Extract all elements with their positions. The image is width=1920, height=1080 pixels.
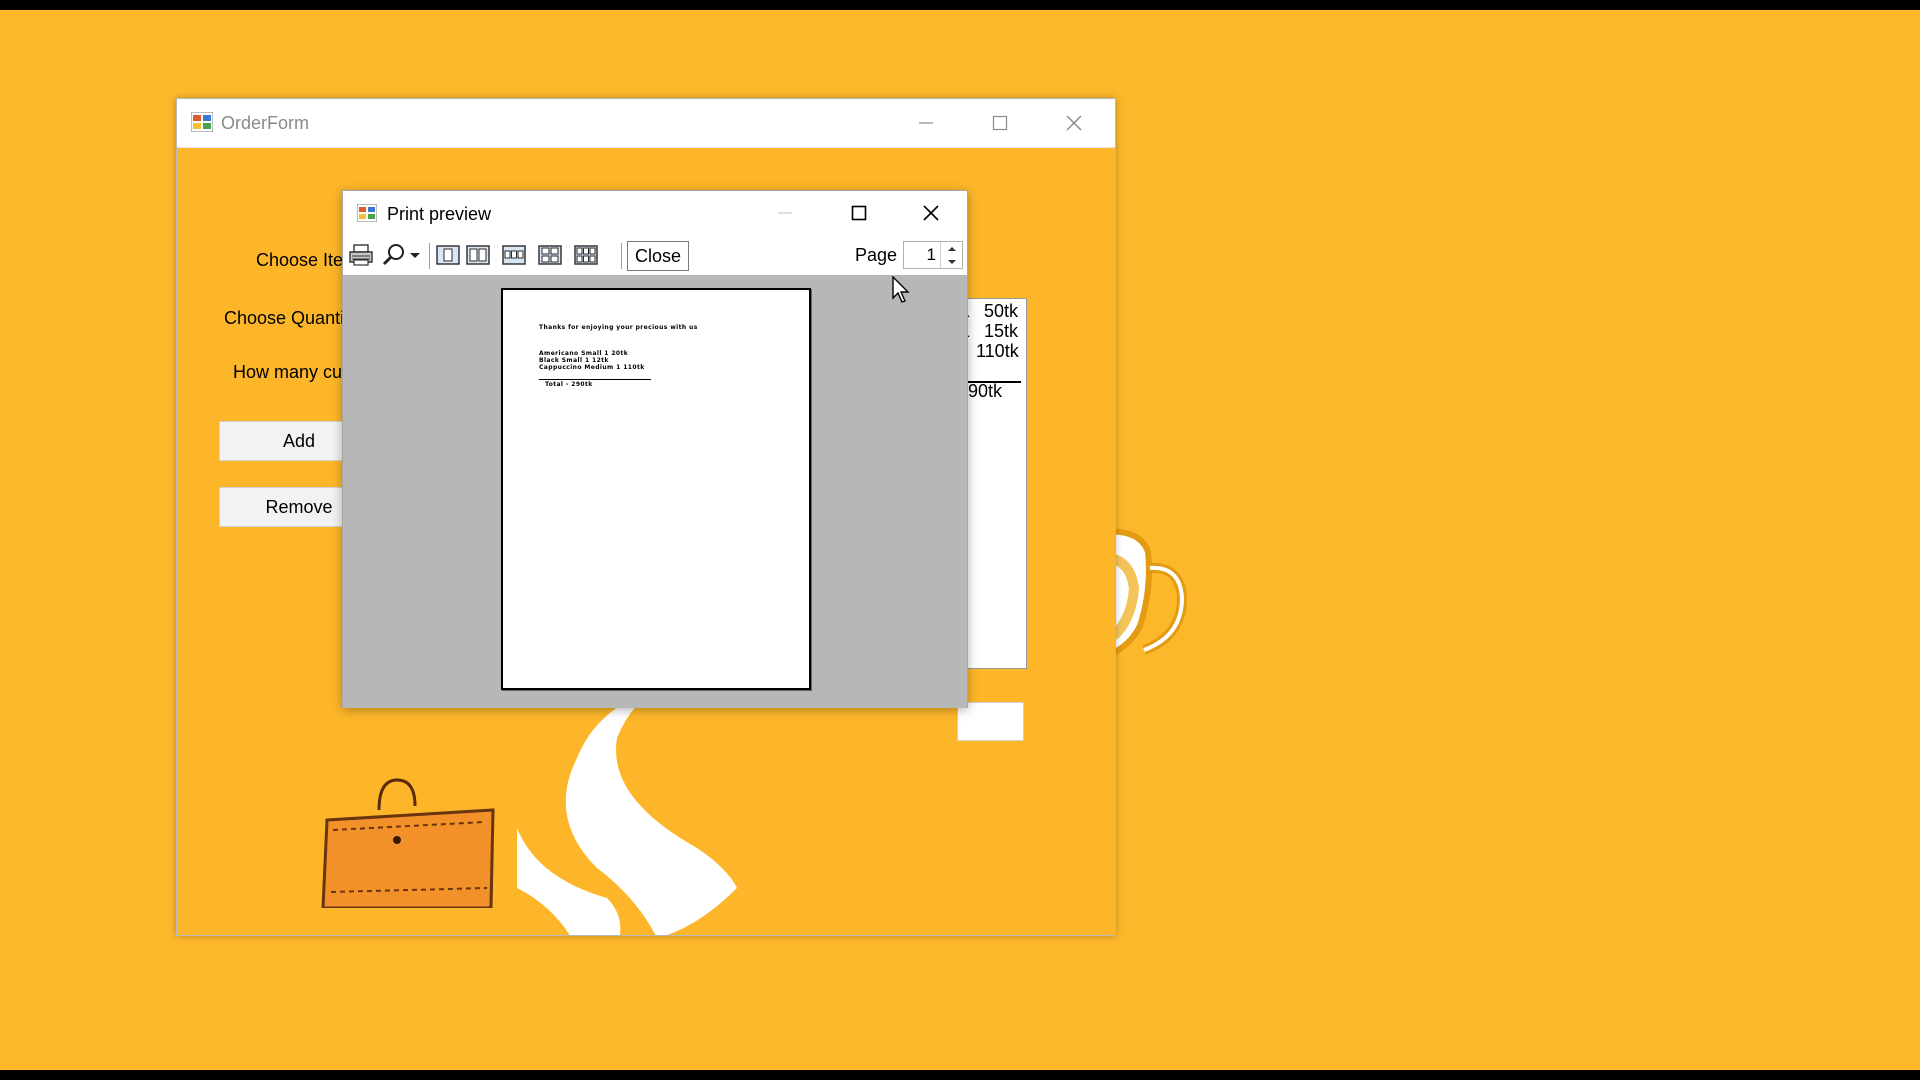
- spinner-arrows: [940, 242, 962, 268]
- maximize-icon: [992, 115, 1008, 131]
- close-preview-button[interactable]: Close: [627, 241, 689, 271]
- document-line: Americano Small 1 20tk: [539, 350, 629, 357]
- two-pages-icon: [466, 245, 490, 265]
- close-dialog-button[interactable]: [895, 191, 967, 235]
- six-pages-icon: [574, 245, 598, 265]
- page-number-spinner[interactable]: 1: [903, 241, 963, 269]
- maximize-button[interactable]: [823, 191, 895, 235]
- print-preview-titlebar: Print preview: [343, 191, 967, 235]
- magnifier-icon: [382, 244, 404, 266]
- document-divider: [539, 379, 651, 380]
- one-page-icon: [436, 245, 460, 265]
- print-preview-toolbar: Close Page 1: [343, 235, 967, 275]
- spin-down-button[interactable]: [941, 255, 962, 268]
- toolbar-separator: [621, 243, 622, 269]
- document-line: Cappuccino Medium 1 110tk: [539, 364, 645, 371]
- choose-quantity-label: Choose Quantity: [224, 308, 359, 328]
- print-button[interactable]: [347, 242, 375, 268]
- spin-up-button[interactable]: [941, 242, 962, 255]
- zoom-dropdown-button[interactable]: [379, 242, 425, 268]
- four-pages-button[interactable]: [537, 242, 563, 268]
- receipt-row-price: 15tk: [984, 321, 1019, 341]
- page-number-value: 1: [926, 245, 936, 264]
- how-many-cups-label: How many cup: [233, 362, 353, 382]
- choose-item-label: Choose Iten: [256, 250, 354, 270]
- two-pages-button[interactable]: [465, 242, 491, 268]
- form-app-icon: [357, 204, 377, 222]
- three-pages-icon: [502, 245, 526, 265]
- toolbar-separator: [429, 243, 430, 269]
- print-preview-dialog: Print preview Close Page 1 Thanks for en…: [342, 190, 968, 708]
- printer-icon: [349, 244, 373, 266]
- order-form-titlebar: OrderForm: [177, 99, 1115, 148]
- print-preview-title: Print preview: [387, 204, 492, 224]
- shopping-bag-illustration: [321, 778, 495, 908]
- chevron-up-icon: [947, 246, 956, 251]
- maximize-button[interactable]: [963, 99, 1037, 147]
- one-page-button[interactable]: [435, 242, 461, 268]
- close-window-button[interactable]: [1037, 99, 1111, 147]
- preview-canvas[interactable]: Thanks for enjoying your precious with u…: [343, 275, 967, 708]
- form-app-icon: [191, 112, 213, 132]
- page-label: Page: [855, 245, 898, 265]
- mouse-pointer-icon: [892, 276, 910, 303]
- maximize-icon: [851, 205, 867, 221]
- receipt-row-price: 50tk: [984, 301, 1019, 321]
- six-pages-button[interactable]: [573, 242, 599, 268]
- close-icon: [1066, 115, 1082, 131]
- document-line: Thanks for enjoying your precious with u…: [539, 324, 698, 331]
- document-line: Black Small 1 12tk: [539, 357, 609, 364]
- minimize-button[interactable]: [889, 99, 963, 147]
- three-pages-button[interactable]: [501, 242, 527, 268]
- chevron-down-icon: [947, 259, 956, 264]
- four-pages-icon: [538, 245, 562, 265]
- preview-page: Thanks for enjoying your precious with u…: [501, 288, 811, 690]
- receipt-row-price: 110tk: [976, 341, 1019, 361]
- document-line: Total - 290tk: [545, 381, 593, 388]
- chevron-down-icon: [410, 253, 420, 258]
- desktop: OrderForm Choose Iten Choose Quantity Ho…: [0, 10, 1920, 1070]
- order-form-title: OrderForm: [221, 113, 310, 133]
- minimize-icon: [919, 122, 933, 124]
- minimize-button[interactable]: [749, 191, 821, 235]
- close-icon: [923, 205, 939, 221]
- minimize-icon: [778, 212, 792, 214]
